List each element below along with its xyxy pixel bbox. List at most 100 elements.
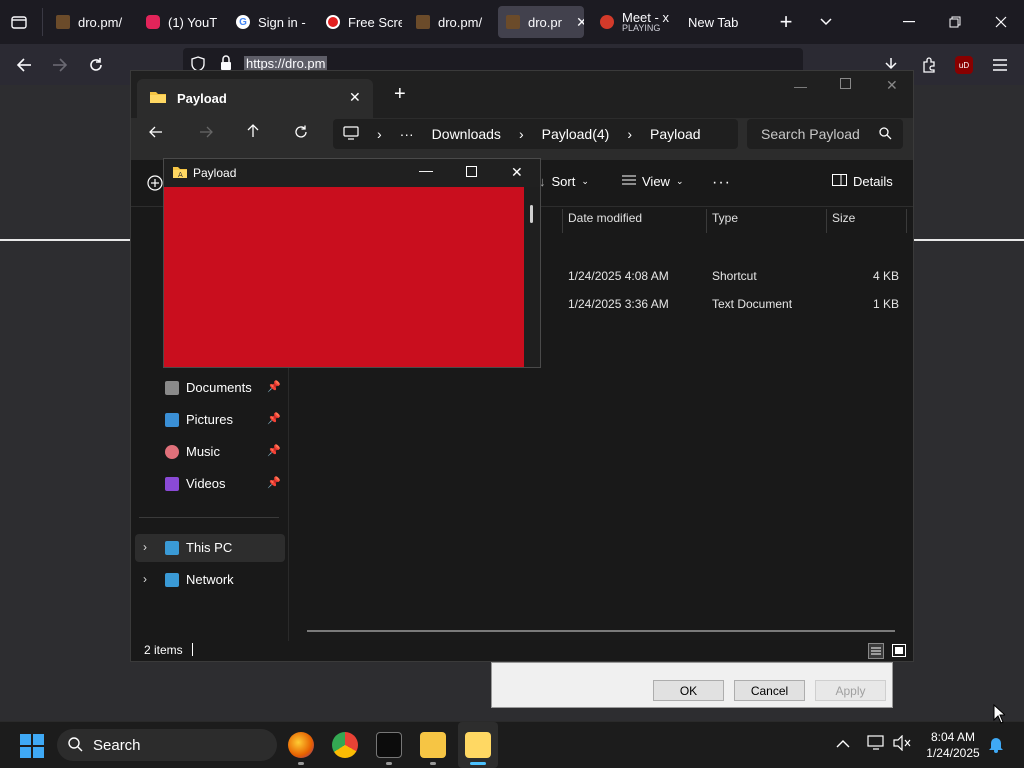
sort-label: Sort: [551, 174, 576, 189]
volume-muted-icon[interactable]: [893, 734, 911, 754]
monitor-icon[interactable]: [343, 125, 359, 143]
column-type[interactable]: Type: [712, 211, 738, 225]
breadcrumb-separator-icon: ›: [377, 126, 382, 142]
column-divider[interactable]: [562, 209, 563, 233]
breadcrumb-downloads[interactable]: Downloads: [432, 126, 501, 142]
close-icon[interactable]: [988, 9, 1014, 35]
details-view-icon[interactable]: [868, 643, 884, 662]
tray-clock[interactable]: 8:04 AM 1/24/2025: [918, 729, 988, 761]
column-size[interactable]: Size: [832, 211, 855, 225]
notification-bell-icon[interactable]: [988, 735, 1004, 756]
browser-tab-2[interactable]: (1) YouT: [138, 6, 222, 38]
minimize-icon[interactable]: [896, 9, 922, 35]
tiles-view-icon[interactable]: [891, 643, 907, 662]
browser-tab-3[interactable]: G Sign in -: [228, 6, 312, 38]
more-options-button[interactable]: ···: [712, 174, 731, 192]
tab-label: dro.pr: [528, 14, 562, 30]
minimize-icon[interactable]: —: [794, 79, 807, 94]
nav-item-label: This PC: [186, 540, 233, 555]
app-indicator: [298, 762, 304, 765]
explorer-tab[interactable]: Payload ✕: [137, 79, 373, 118]
firefox-icon[interactable]: [288, 732, 314, 758]
network-status-icon[interactable]: [867, 735, 885, 754]
ublock-icon[interactable]: uD: [951, 52, 977, 78]
reload-icon[interactable]: [83, 52, 109, 78]
minimize-icon[interactable]: —: [419, 162, 433, 178]
maximize-icon[interactable]: [466, 165, 477, 180]
nav-item-pictures[interactable]: Pictures 📌: [135, 406, 285, 434]
new-tab-icon[interactable]: +: [394, 83, 406, 106]
tab-list-icon[interactable]: [6, 9, 32, 35]
file-row[interactable]: 1/24/2025 3:36 AM Text Document 1 KB: [562, 291, 907, 317]
restore-icon[interactable]: [942, 9, 968, 35]
dro-favicon-icon: [56, 15, 70, 29]
browser-tab-4[interactable]: Free Scre: [318, 6, 402, 38]
taskbar-search[interactable]: Search: [57, 729, 277, 761]
ok-button[interactable]: OK: [653, 680, 724, 701]
browser-tab-8[interactable]: New Tab: [680, 6, 770, 38]
maximize-icon[interactable]: [840, 77, 851, 92]
search-icon[interactable]: [879, 127, 892, 143]
tab-overflow-icon[interactable]: [813, 9, 839, 35]
chrome-like-icon[interactable]: [332, 732, 358, 758]
view-button[interactable]: View ⌄: [622, 174, 684, 189]
windows-start-icon[interactable]: [20, 734, 44, 761]
nav-item-videos[interactable]: Videos 📌: [135, 470, 285, 498]
taskbar: Search 8:04 AM 1/24/2025: [0, 721, 1024, 768]
nav-item-label: Documents: [186, 380, 252, 395]
breadcrumb[interactable]: › ··· Downloads › Payload(4) › Payload: [333, 119, 738, 149]
terminal-icon[interactable]: [376, 732, 402, 758]
refresh-icon[interactable]: [294, 125, 308, 142]
nav-item-music[interactable]: Music 📌: [135, 438, 285, 466]
browser-tab-5[interactable]: dro.pm/: [408, 6, 492, 38]
search-label: Search: [93, 736, 141, 754]
close-icon[interactable]: ✕: [511, 164, 523, 181]
pin-icon: 📌: [267, 413, 281, 425]
forward-arrow-icon[interactable]: [199, 126, 213, 141]
menu-icon[interactable]: [987, 52, 1013, 78]
breadcrumb-payload[interactable]: Payload: [650, 126, 701, 142]
extensions-icon[interactable]: [916, 52, 942, 78]
back-arrow-icon[interactable]: [149, 126, 163, 141]
clock-date: 1/24/2025: [926, 746, 980, 760]
close-tab-icon[interactable]: ✕: [349, 89, 361, 106]
nav-item-label: Videos: [186, 476, 226, 491]
file-explorer-icon[interactable]: [420, 732, 446, 758]
details-label: Details: [853, 174, 893, 189]
nav-item-documents[interactable]: Documents 📌: [135, 374, 285, 402]
search-input[interactable]: Search Payload: [747, 119, 903, 149]
horizontal-scrollbar[interactable]: [307, 630, 895, 632]
new-item-icon[interactable]: [147, 175, 163, 194]
back-icon[interactable]: [11, 52, 37, 78]
nav-item-network[interactable]: › Network: [135, 566, 285, 594]
apply-button[interactable]: Apply: [815, 680, 886, 701]
browser-tab-6-active[interactable]: dro.pr ✕: [498, 6, 584, 38]
forward-icon[interactable]: [47, 52, 73, 78]
popup-title-bar[interactable]: A Payload — ✕: [164, 159, 540, 187]
new-tab-icon[interactable]: +: [773, 9, 799, 35]
breadcrumb-more[interactable]: ···: [400, 126, 414, 142]
details-button[interactable]: Details: [832, 174, 893, 189]
chevron-right-icon[interactable]: ›: [143, 572, 147, 586]
payload-shortcut-icon[interactable]: [465, 732, 491, 758]
column-divider[interactable]: [826, 209, 827, 233]
cancel-button[interactable]: Cancel: [734, 680, 805, 701]
popup-scrollbar-thumb[interactable]: [530, 205, 533, 223]
url-text[interactable]: https://dro.pm: [244, 56, 328, 71]
column-divider[interactable]: [706, 209, 707, 233]
file-date: 1/24/2025 3:36 AM: [568, 297, 669, 311]
tab-close-icon[interactable]: ✕: [576, 14, 584, 31]
chevron-right-icon[interactable]: ›: [143, 540, 147, 554]
tab-label: dro.pm/: [78, 14, 123, 30]
browser-tab-1[interactable]: dro.pm/: [48, 6, 132, 38]
column-date-modified[interactable]: Date modified: [568, 211, 642, 225]
sort-button[interactable]: ↓ Sort ⌄: [539, 174, 589, 189]
breadcrumb-payload4[interactable]: Payload(4): [542, 126, 610, 142]
chevron-up-icon[interactable]: [836, 736, 850, 752]
close-icon[interactable]: ✕: [886, 77, 898, 94]
up-arrow-icon[interactable]: [247, 124, 259, 141]
column-divider[interactable]: [906, 209, 907, 233]
browser-tab-7[interactable]: Meet - x PLAYING: [592, 6, 674, 38]
file-row[interactable]: 1/24/2025 4:08 AM Shortcut 4 KB: [562, 263, 907, 289]
nav-item-this-pc[interactable]: › This PC: [135, 534, 285, 562]
